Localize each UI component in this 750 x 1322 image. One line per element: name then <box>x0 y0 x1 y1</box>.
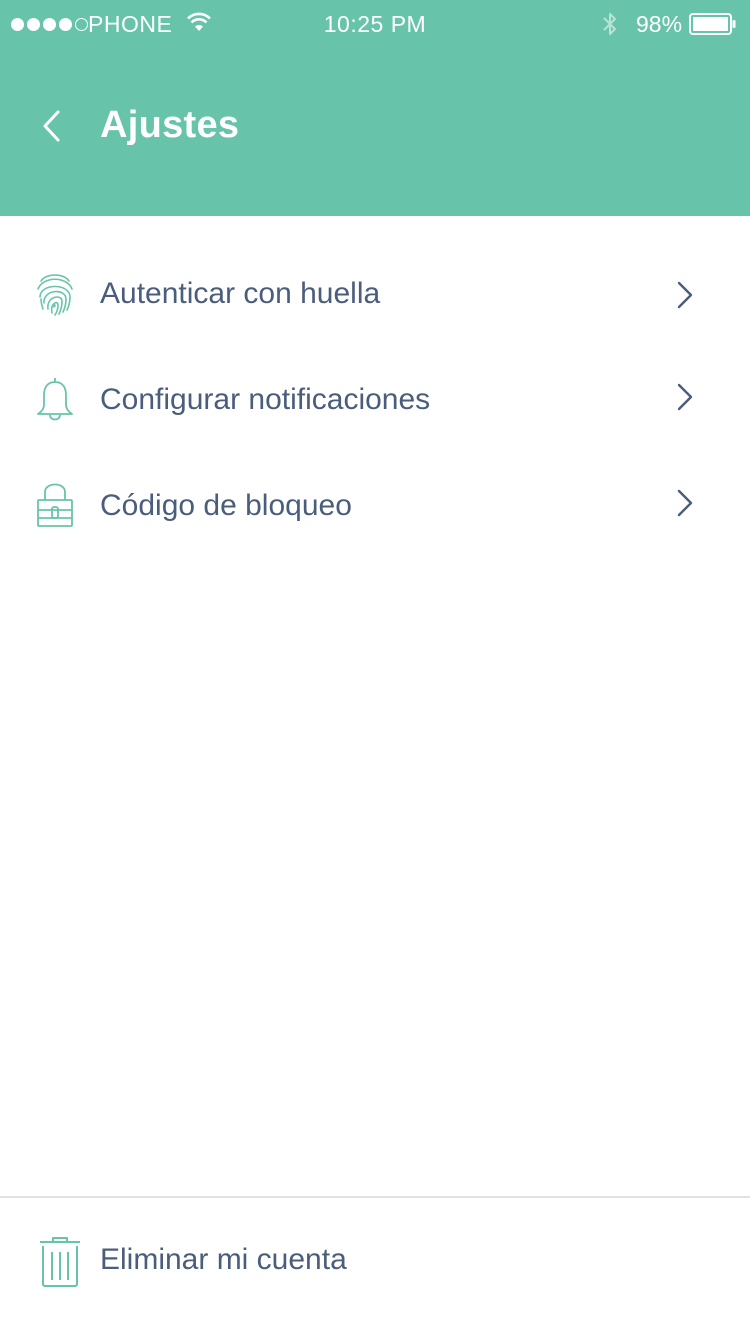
app-header: PHONE 10:25 PM 98% Ajustes <box>0 0 750 216</box>
page-title: Ajustes <box>100 104 240 146</box>
chevron-right-icon <box>677 383 693 411</box>
chevron-right-icon <box>677 281 693 309</box>
delete-account-button[interactable]: Eliminar mi cuenta <box>0 1198 750 1322</box>
battery-icon <box>689 13 737 35</box>
bell-icon <box>34 372 76 426</box>
menu-item-label: Autenticar con huella <box>100 277 381 310</box>
menu-item-fingerprint[interactable]: Autenticar con huella <box>0 240 750 346</box>
fingerprint-icon <box>34 266 76 320</box>
status-bar: PHONE 10:25 PM 98% <box>0 0 750 48</box>
bluetooth-icon <box>600 10 620 44</box>
delete-account-label: Eliminar mi cuenta <box>100 1243 347 1276</box>
trash-icon <box>38 1236 82 1293</box>
menu-item-label: Código de bloqueo <box>100 489 352 522</box>
chevron-left-icon <box>43 110 60 142</box>
battery-percentage: 98% <box>636 11 683 37</box>
menu-item-label: Configurar notificaciones <box>100 383 431 416</box>
menu-item-lock-code[interactable]: Código de bloqueo <box>0 452 750 558</box>
menu-item-notifications[interactable]: Configurar notificaciones <box>0 346 750 452</box>
chevron-right-icon <box>677 489 693 517</box>
back-button[interactable] <box>30 100 74 152</box>
lock-icon <box>34 478 76 532</box>
